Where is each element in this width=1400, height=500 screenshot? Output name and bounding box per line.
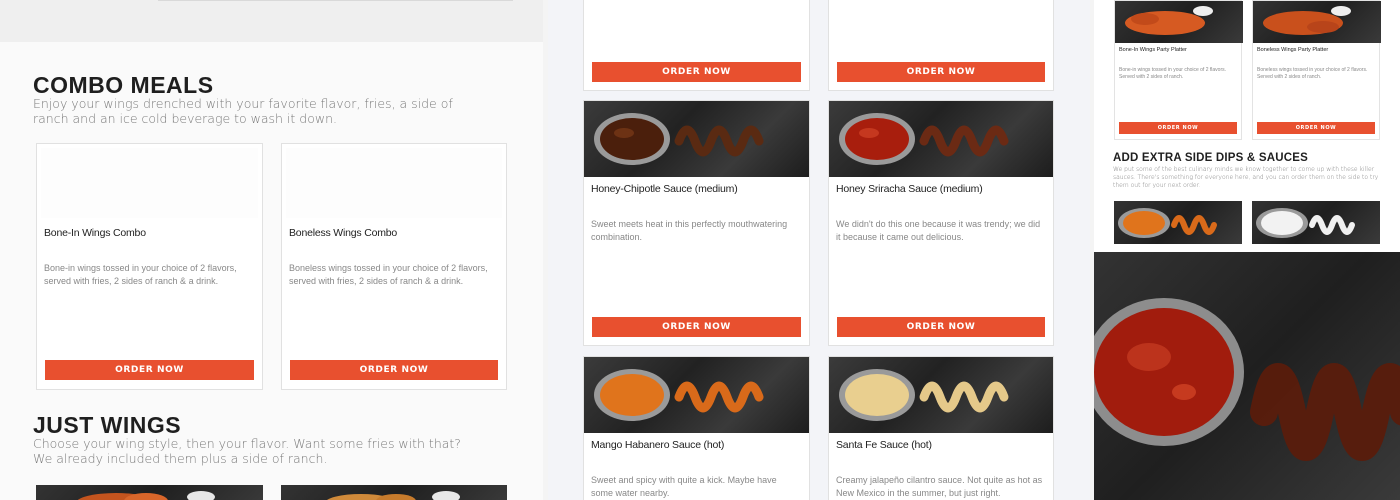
- product-image: [41, 148, 258, 218]
- combo-card-bone-in: Bone-In Wings Combo Bone-in wings tossed…: [36, 143, 263, 390]
- platter-image: [1115, 1, 1243, 43]
- order-now-button[interactable]: ORDER NOW: [1119, 122, 1237, 134]
- mini-preview-panel: Bone-In Wings Party Platter Bone-in wing…: [1094, 0, 1400, 500]
- sauces-panel: ORDER NOW ORDER NOW Honey-Chipotle Sauce…: [548, 0, 1090, 500]
- order-now-button[interactable]: ORDER NOW: [1257, 122, 1375, 134]
- card-title: Honey Sriracha Sauce (medium): [836, 183, 983, 195]
- card-description: Boneless wings tossed in your choice of …: [289, 263, 488, 286]
- card-description: Sweet meets heat in this perfectly mouth…: [591, 219, 788, 242]
- order-now-button[interactable]: ORDER NOW: [592, 317, 801, 337]
- sauce-hero-image: [1094, 252, 1400, 500]
- sauce-card-honey-sriracha: Honey Sriracha Sauce (medium) We didn't …: [828, 100, 1054, 346]
- card-title: Santa Fe Sauce (hot): [836, 439, 932, 451]
- platter-description: Boneless wings tossed in your choice of …: [1257, 67, 1368, 80]
- card-title: Honey-Chipotle Sauce (medium): [591, 183, 738, 195]
- combo-panel: COMBO MEALS Enjoy your wings drenched wi…: [0, 0, 543, 500]
- wings-image: [281, 485, 507, 500]
- order-now-button[interactable]: ORDER NOW: [290, 360, 498, 380]
- platter-description: Bone-in wings tossed in your choice of 2…: [1119, 67, 1226, 80]
- dip-image-santa-fe: [1252, 201, 1380, 244]
- order-now-button[interactable]: ORDER NOW: [45, 360, 254, 380]
- product-image: [286, 148, 502, 218]
- sauce-card: ORDER NOW: [828, 0, 1054, 91]
- sauce-card-mango-habanero: Mango Habanero Sauce (hot) Sweet and spi…: [583, 356, 810, 500]
- dip-image-mango: [1114, 201, 1242, 244]
- sauce-image: [829, 101, 1053, 177]
- card-title: Bone-In Wings Combo: [44, 227, 146, 239]
- card-description: Creamy jalapeño cilantro sauce. Not quit…: [836, 475, 1043, 498]
- order-now-button[interactable]: ORDER NOW: [837, 317, 1045, 337]
- platter-title: Boneless Wings Party Platter: [1257, 47, 1329, 53]
- sauce-image: [584, 101, 809, 177]
- order-now-button[interactable]: ORDER NOW: [592, 62, 801, 82]
- wings-image: [36, 485, 263, 500]
- card-description: We didn't do this one because it was tre…: [836, 219, 1041, 242]
- sauce-image: [829, 357, 1053, 433]
- order-now-button[interactable]: ORDER NOW: [837, 62, 1045, 82]
- combo-title: COMBO MEALS: [33, 72, 214, 98]
- card-description: Bone-in wings tossed in your choice of 2…: [44, 263, 237, 286]
- dips-description: We put some of the best culinary minds w…: [1113, 166, 1379, 189]
- card-title: Boneless Wings Combo: [289, 227, 398, 239]
- platter-card-boneless: Boneless Wings Party Platter Boneless wi…: [1252, 0, 1381, 140]
- platter-image: [1253, 1, 1381, 43]
- sauce-image: [584, 357, 809, 433]
- just-wings-description: Choose your wing style, then your flavor…: [33, 436, 461, 466]
- combo-card-boneless: Boneless Wings Combo Boneless wings toss…: [281, 143, 507, 390]
- combo-description: Enjoy your wings drenched with your favo…: [33, 96, 453, 126]
- card-description: Sweet and spicy with quite a kick. Maybe…: [591, 475, 777, 498]
- just-wings-title: JUST WINGS: [33, 412, 182, 438]
- sauce-card-honey-chipotle: Honey-Chipotle Sauce (medium) Sweet meet…: [583, 100, 810, 346]
- platter-card-bone-in: Bone-In Wings Party Platter Bone-in wing…: [1114, 0, 1243, 140]
- dips-title: ADD EXTRA SIDE DIPS & SAUCES: [1113, 152, 1308, 164]
- sauce-card: ORDER NOW: [583, 0, 810, 91]
- platter-title: Bone-In Wings Party Platter: [1119, 47, 1187, 53]
- top-bar: [0, 0, 543, 42]
- sauce-card-santa-fe: Santa Fe Sauce (hot) Creamy jalapeño cil…: [828, 356, 1054, 500]
- card-title: Mango Habanero Sauce (hot): [591, 439, 725, 451]
